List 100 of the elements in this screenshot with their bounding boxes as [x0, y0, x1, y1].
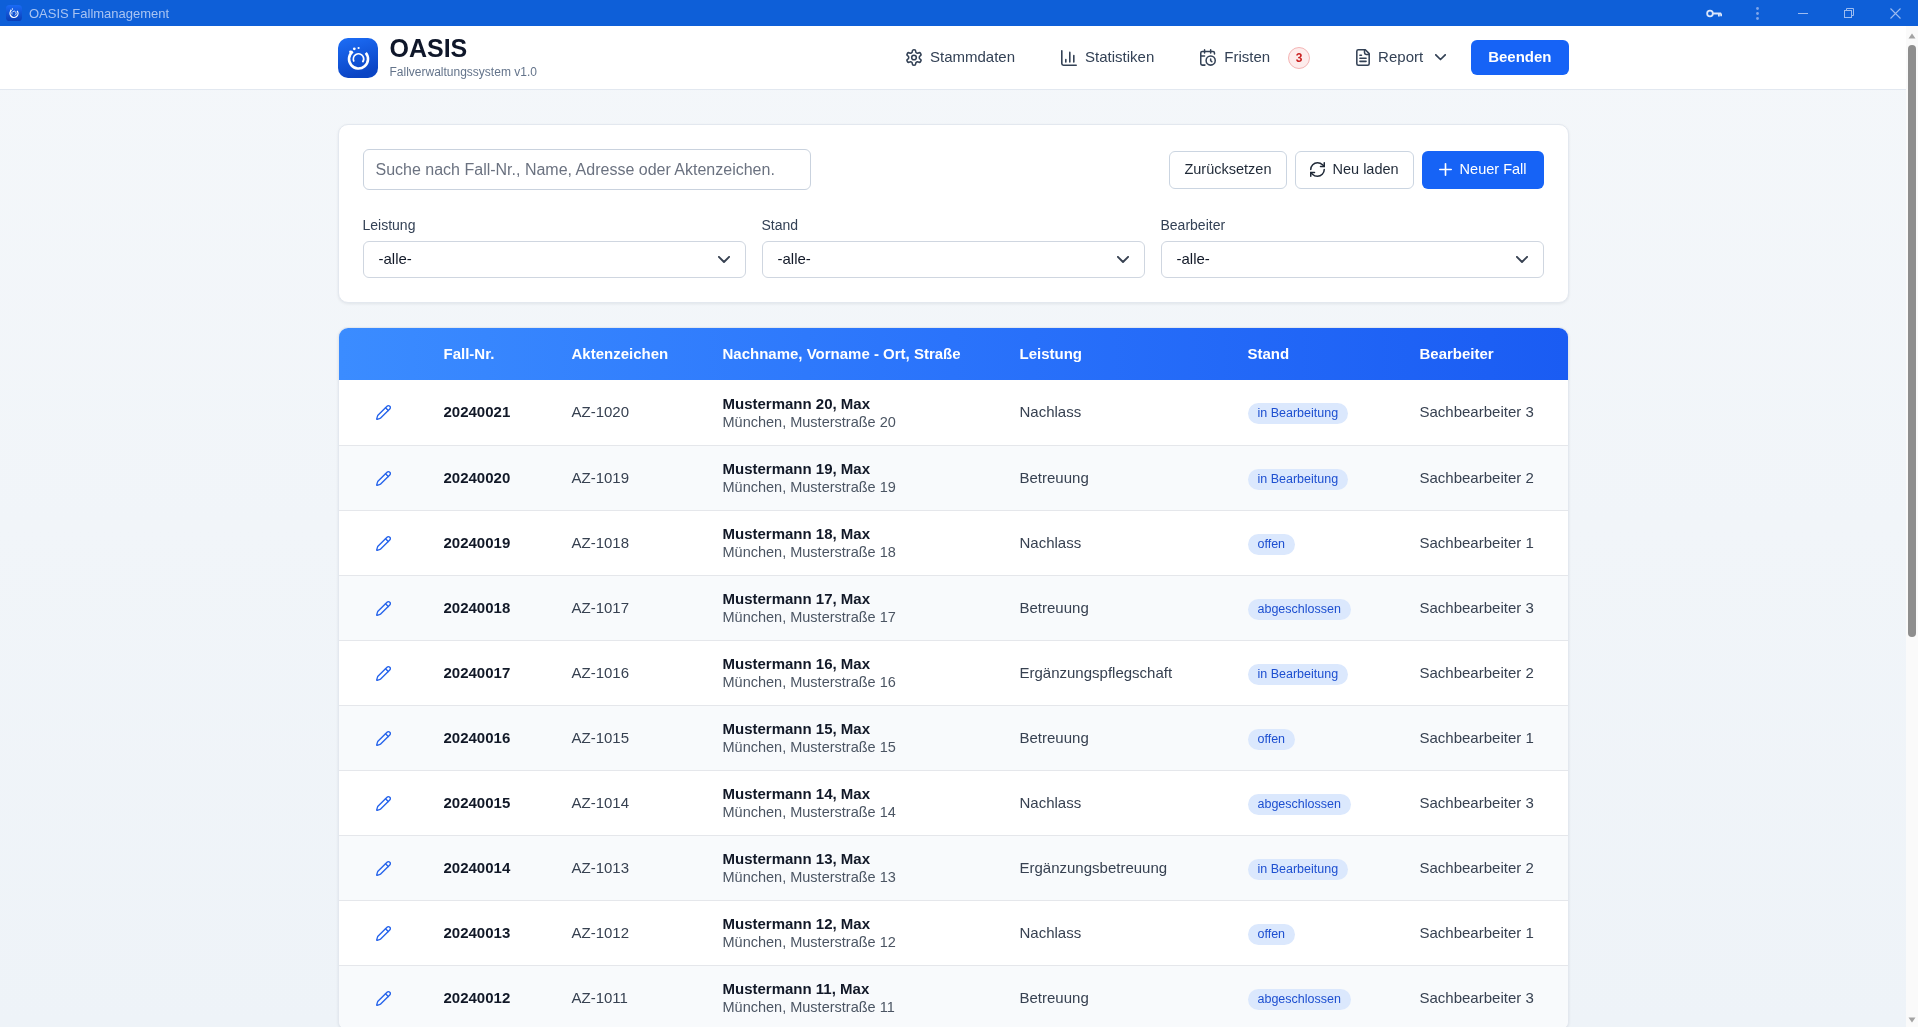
service-type: Nachlass [1019, 793, 1082, 811]
address-text: München, Musterstraße 13 [722, 868, 896, 887]
service-type: Betreuung [1019, 728, 1089, 746]
filter-label: Bearbeiter [1160, 216, 1227, 234]
chevron-down-icon [1435, 54, 1447, 61]
person-name: Mustermann 15, Max [722, 719, 871, 738]
service-type: Nachlass [1019, 923, 1082, 941]
status-badge: offen [1247, 533, 1296, 555]
pencil-icon[interactable] [375, 795, 391, 811]
person-name: Mustermann 14, Max [722, 784, 871, 803]
assignee-name: Sachbearbeiter 2 [1419, 468, 1534, 486]
case-number: 20240012 [443, 988, 511, 1006]
minimize-icon[interactable] [1798, 12, 1808, 14]
refresh-icon [1309, 162, 1325, 177]
calendar-clock-icon [1200, 49, 1217, 66]
pencil-icon[interactable] [375, 600, 391, 616]
plus-icon [1438, 163, 1452, 176]
app-name: OASIS [389, 35, 469, 62]
nav-link[interactable]: Stammdaten [906, 46, 1016, 69]
service-type: Betreuung [1019, 468, 1089, 486]
assignee-name: Sachbearbeiter 1 [1419, 533, 1534, 551]
filter-label: Leistung [362, 216, 417, 234]
service-type: Nachlass [1019, 403, 1082, 421]
filter-label: Stand [761, 216, 800, 234]
select-field[interactable]: -alle- [1160, 241, 1544, 278]
address-text: München, Musterstraße 17 [722, 608, 896, 627]
pencil-icon[interactable] [375, 990, 391, 1006]
case-number: 20240019 [443, 533, 511, 551]
file-reference: AZ-1017 [571, 598, 630, 616]
file-reference: AZ-1018 [571, 533, 630, 551]
service-type: Nachlass [1019, 533, 1082, 551]
person-name: Mustermann 19, Max [722, 459, 871, 478]
pencil-icon[interactable] [375, 470, 391, 486]
assignee-name: Sachbearbeiter 1 [1419, 923, 1534, 941]
select-field[interactable]: -alle- [761, 241, 1145, 278]
assignee-name: Sachbearbeiter 3 [1419, 403, 1534, 421]
window-title: OASIS Fallmanagement [29, 6, 170, 20]
key-icon[interactable] [1706, 8, 1722, 18]
case-number: 20240014 [443, 858, 511, 876]
column-header: Leistung [1019, 344, 1082, 362]
address-text: München, Musterstraße 18 [722, 543, 896, 562]
column-header: Nachname, Vorname - Ort, Straße [722, 344, 961, 362]
nav-link[interactable]: Report [1356, 46, 1447, 69]
status-badge: offen [1247, 923, 1296, 945]
file-reference: AZ-1020 [571, 403, 630, 421]
assignee-name: Sachbearbeiter 3 [1419, 793, 1534, 811]
assignee-name: Sachbearbeiter 3 [1419, 598, 1534, 616]
status-badge: in Bearbeitung [1247, 468, 1349, 490]
address-text: München, Musterstraße 14 [722, 803, 896, 822]
column-header: Stand [1247, 344, 1290, 362]
file-reference: AZ-1012 [571, 923, 630, 941]
nav-link[interactable]: Fristen [1200, 46, 1271, 69]
status-badge: abgeschlossen [1247, 598, 1351, 620]
file-reference: AZ-1015 [571, 728, 630, 746]
pencil-icon[interactable] [375, 860, 391, 876]
file-reference: AZ-1013 [571, 858, 630, 876]
person-name: Mustermann 18, Max [722, 524, 871, 543]
address-text: München, Musterstraße 19 [722, 478, 896, 497]
column-header: Aktenzeichen [571, 344, 669, 362]
count-badge: 3 [1288, 46, 1311, 69]
address-text: München, Musterstraße 12 [722, 933, 896, 952]
app-icon [6, 5, 22, 21]
pencil-icon[interactable] [375, 730, 391, 746]
file-reference: AZ-1011 [571, 988, 628, 1006]
restore-icon[interactable] [1844, 8, 1854, 18]
search-field[interactable]: Suche nach Fall-Nr., Name, Adresse oder Aktenzeichen. [362, 149, 811, 190]
pencil-icon[interactable] [375, 535, 391, 551]
pencil-icon[interactable] [375, 405, 391, 420]
document-icon [1356, 49, 1371, 66]
nav-link[interactable]: Statistiken [1061, 46, 1155, 69]
service-type: Betreuung [1019, 988, 1089, 1006]
assignee-name: Sachbearbeiter 2 [1419, 858, 1534, 876]
person-name: Mustermann 20, Max [722, 393, 871, 413]
reset-button[interactable]: Zurücksetzen [1169, 150, 1287, 189]
file-reference: AZ-1019 [571, 468, 630, 486]
pencil-icon[interactable] [375, 925, 391, 941]
address-text: München, Musterstraße 15 [722, 738, 896, 757]
status-badge: abgeschlossen [1247, 988, 1351, 1010]
status-badge: in Bearbeitung [1247, 403, 1349, 424]
assignee-name: Sachbearbeiter 3 [1419, 988, 1534, 1006]
bar-chart-icon [1061, 49, 1078, 66]
address-text: München, Musterstraße 16 [722, 673, 896, 692]
person-name: Mustermann 16, Max [722, 654, 871, 673]
reload-button[interactable]: Neu laden [1294, 150, 1414, 189]
assignee-name: Sachbearbeiter 2 [1419, 663, 1534, 681]
select-field[interactable]: -alle- [362, 241, 746, 278]
pencil-icon[interactable] [375, 665, 391, 681]
case-number: 20240020 [443, 468, 511, 486]
status-badge: abgeschlossen [1247, 793, 1351, 815]
address-text: München, Musterstraße 11 [722, 998, 895, 1017]
service-type: Ergänzungspflegschaft [1019, 663, 1173, 681]
chevron-down-icon [1515, 255, 1528, 264]
status-badge: in Bearbeitung [1247, 858, 1349, 880]
service-type: Ergänzungsbetreuung [1019, 858, 1168, 876]
exit-button[interactable]: Beenden [1471, 40, 1569, 75]
close-icon[interactable] [1889, 7, 1901, 19]
file-reference: AZ-1016 [571, 663, 630, 681]
service-type: Betreuung [1019, 598, 1089, 616]
new-case-button[interactable]: Neuer Fall [1421, 150, 1544, 189]
person-name: Mustermann 13, Max [722, 849, 871, 868]
